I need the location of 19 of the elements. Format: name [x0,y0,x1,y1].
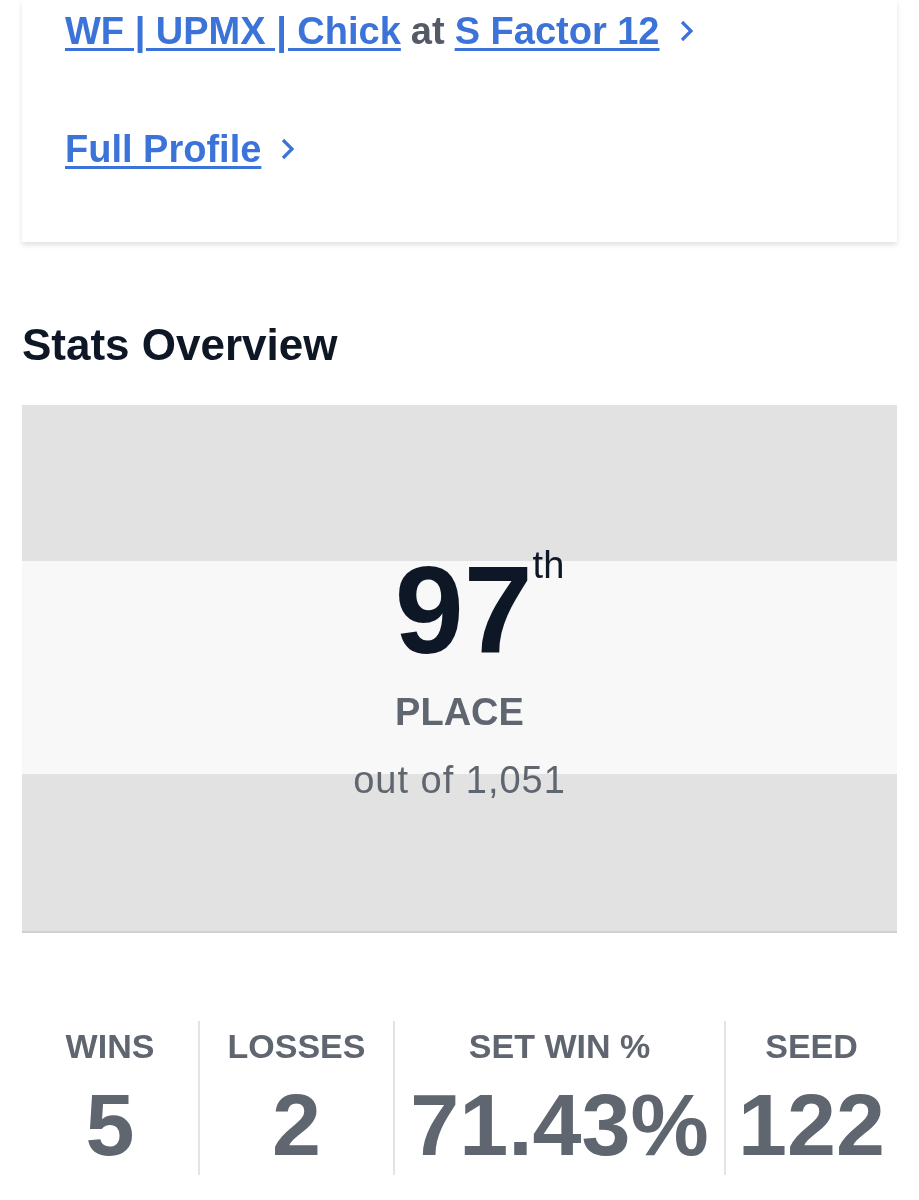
profile-link[interactable]: WF | UPMX | Chick [65,8,401,54]
rank-total: out of 1,051 [353,758,566,803]
stat-label: SET WIN % [468,1026,651,1067]
chevron-right-icon[interactable] [679,20,694,42]
profile-link[interactable]: Full Profile [65,126,262,172]
stat-label: LOSSES [227,1026,366,1067]
section-heading: Stats Overview [22,319,339,371]
rank-suffix: th [532,545,565,585]
rank-label: PLACE [395,690,524,735]
link-text: at [410,9,445,54]
stat-value: 5 [85,1075,135,1175]
stat-label: WINS [65,1026,155,1067]
chevron-right-icon[interactable] [281,138,296,160]
stat-value: 122 [738,1075,885,1175]
stat-value: 71.43% [410,1075,709,1175]
stat-label: SEED [765,1026,858,1067]
profile-link[interactable]: S Factor 12 [454,8,660,54]
stat-value: 2 [272,1075,321,1175]
rank-number: 97 [394,545,533,675]
